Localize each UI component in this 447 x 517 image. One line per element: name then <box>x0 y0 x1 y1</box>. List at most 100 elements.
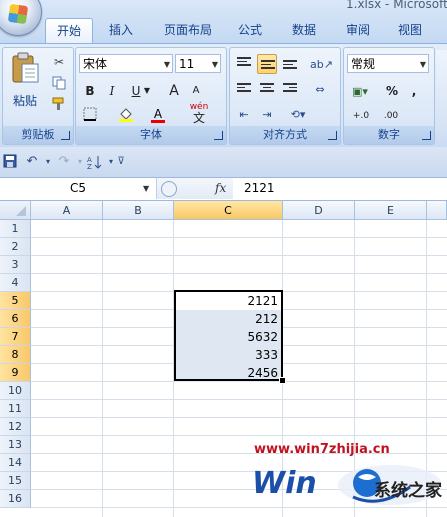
insert-function-button[interactable]: fx <box>215 178 226 199</box>
decrease-indent-button[interactable]: ⇤ <box>234 104 254 124</box>
gridline <box>31 417 447 418</box>
number-group: 常规 ▼ ▣▾ % , +.0 .00 数字 <box>343 47 435 145</box>
alignment-group-label: 对齐方式 <box>230 126 340 144</box>
orientation-button[interactable]: ab↗ <box>310 54 333 74</box>
align-top-button[interactable] <box>234 54 254 74</box>
chevron-down-icon[interactable]: ▼ <box>164 55 170 74</box>
row-header-13[interactable]: 13 <box>0 436 31 454</box>
row-header-5[interactable]: 5 <box>0 292 31 310</box>
cut-button[interactable]: ✂ <box>49 52 69 72</box>
number-launcher-icon[interactable] <box>422 131 431 140</box>
row-header-7[interactable]: 7 <box>0 328 31 346</box>
align-middle-button[interactable] <box>257 54 277 74</box>
align-bottom-icon <box>283 60 297 71</box>
selection-border <box>174 290 283 381</box>
formula-input[interactable]: 2121 <box>244 178 275 199</box>
row-header-11[interactable]: 11 <box>0 400 31 418</box>
decrease-decimal-button[interactable]: .00 <box>378 106 404 126</box>
alignment-launcher-icon[interactable] <box>328 131 337 140</box>
underline-dropdown[interactable]: ▼ <box>142 81 152 101</box>
undo-icon[interactable]: ↶ <box>24 154 40 170</box>
comma-style-button[interactable]: , <box>404 81 424 101</box>
merge-center-button[interactable]: ⇔ <box>310 79 330 99</box>
chevron-down-icon[interactable]: ▼ <box>420 55 426 74</box>
office-logo-icon <box>7 3 29 25</box>
row-header-1[interactable]: 1 <box>0 220 31 238</box>
phonetic-button[interactable]: wén 文 <box>184 102 214 128</box>
row-header-8[interactable]: 8 <box>0 346 31 364</box>
tab-view[interactable]: 视图 <box>388 18 432 42</box>
redo-icon[interactable]: ↷ <box>56 154 72 170</box>
increase-indent-icon: ⇥ <box>262 108 272 121</box>
decrease-indent-icon: ⇤ <box>239 108 249 121</box>
row-header-16[interactable]: 16 <box>0 490 31 508</box>
fill-handle[interactable] <box>279 377 286 384</box>
grow-font-button[interactable]: A <box>164 81 184 101</box>
row-header-6[interactable]: 6 <box>0 310 31 328</box>
alignment-group: ab↗ ⇔ ⇤ ⇥ ⟲▾ 对齐方式 <box>229 47 341 145</box>
align-right-icon <box>283 83 297 94</box>
chevron-down-icon[interactable]: ▼ <box>212 55 218 74</box>
column-header-c[interactable]: C <box>174 201 283 220</box>
tab-review[interactable]: 审阅 <box>336 18 380 42</box>
shrink-font-button[interactable]: A <box>186 81 206 101</box>
row-header-3[interactable]: 3 <box>0 256 31 274</box>
tab-home[interactable]: 开始 <box>45 18 93 43</box>
fill-color-button[interactable] <box>116 104 136 124</box>
column-header-d[interactable]: D <box>283 201 355 220</box>
accounting-format-button[interactable]: ▣▾ <box>348 81 372 101</box>
paste-button[interactable]: 粘贴 <box>5 50 45 108</box>
redo-dropdown-icon[interactable]: ▾ <box>72 154 88 170</box>
scissors-icon: ✂ <box>53 55 65 69</box>
number-format-value: 常规 <box>351 57 376 71</box>
align-center-icon <box>260 83 274 94</box>
customize-qat-icon[interactable]: ⊽ <box>113 154 129 170</box>
tab-formulas[interactable]: 公式 <box>228 18 272 42</box>
undo-dropdown-icon[interactable]: ▾ <box>40 154 56 170</box>
row-header-9[interactable]: 9 <box>0 364 31 382</box>
font-size-combo[interactable]: 11 ▼ <box>175 54 221 73</box>
column-header-a[interactable]: A <box>31 201 103 220</box>
ribbon-overflow[interactable] <box>436 50 447 130</box>
borders-button[interactable] <box>80 104 100 124</box>
font-color-button[interactable]: A <box>148 104 168 124</box>
office-button[interactable] <box>0 0 42 36</box>
number-format-combo[interactable]: 常规 ▼ <box>347 54 429 73</box>
sort-icon[interactable]: AZ <box>87 154 103 171</box>
paste-label: 粘贴 <box>12 94 37 108</box>
border-icon <box>83 107 97 121</box>
row-header-4[interactable]: 4 <box>0 274 31 292</box>
tab-page-layout[interactable]: 页面布局 <box>155 18 221 42</box>
column-header-f[interactable] <box>427 201 447 220</box>
formula-bar-toggle-icon[interactable] <box>161 181 177 197</box>
save-icon[interactable] <box>2 154 18 170</box>
copy-button[interactable] <box>49 73 69 93</box>
align-left-button[interactable] <box>234 79 254 99</box>
column-header-e[interactable]: E <box>355 201 427 220</box>
increase-decimal-button[interactable]: +.0 <box>348 106 374 126</box>
row-header-14[interactable]: 14 <box>0 454 31 472</box>
chevron-down-icon[interactable]: ▼ <box>143 178 149 199</box>
align-right-button[interactable] <box>280 79 300 99</box>
format-painter-button[interactable] <box>49 94 69 114</box>
row-header-15[interactable]: 15 <box>0 472 31 490</box>
bold-button[interactable]: B <box>80 81 100 101</box>
font-launcher-icon[interactable] <box>214 131 223 140</box>
align-bottom-button[interactable] <box>280 54 300 74</box>
percent-button[interactable]: % <box>382 81 402 101</box>
row-header-2[interactable]: 2 <box>0 238 31 256</box>
tab-insert[interactable]: 插入 <box>98 18 144 42</box>
name-box[interactable]: C5 <box>0 178 157 199</box>
tab-data[interactable]: 数据 <box>282 18 326 42</box>
clipboard-launcher-icon[interactable] <box>61 131 70 140</box>
increase-indent-button[interactable]: ⇥ <box>257 104 277 124</box>
font-size-value: 11 <box>179 57 195 71</box>
row-header-12[interactable]: 12 <box>0 418 31 436</box>
row-header-10[interactable]: 10 <box>0 382 31 400</box>
font-name-combo[interactable]: 宋体 ▼ <box>79 54 173 73</box>
column-header-b[interactable]: B <box>103 201 174 220</box>
orientation-menu-button[interactable]: ⟲▾ <box>284 104 312 124</box>
select-all-corner[interactable] <box>0 201 31 220</box>
align-center-button[interactable] <box>257 79 277 99</box>
italic-button[interactable]: I <box>102 81 122 101</box>
